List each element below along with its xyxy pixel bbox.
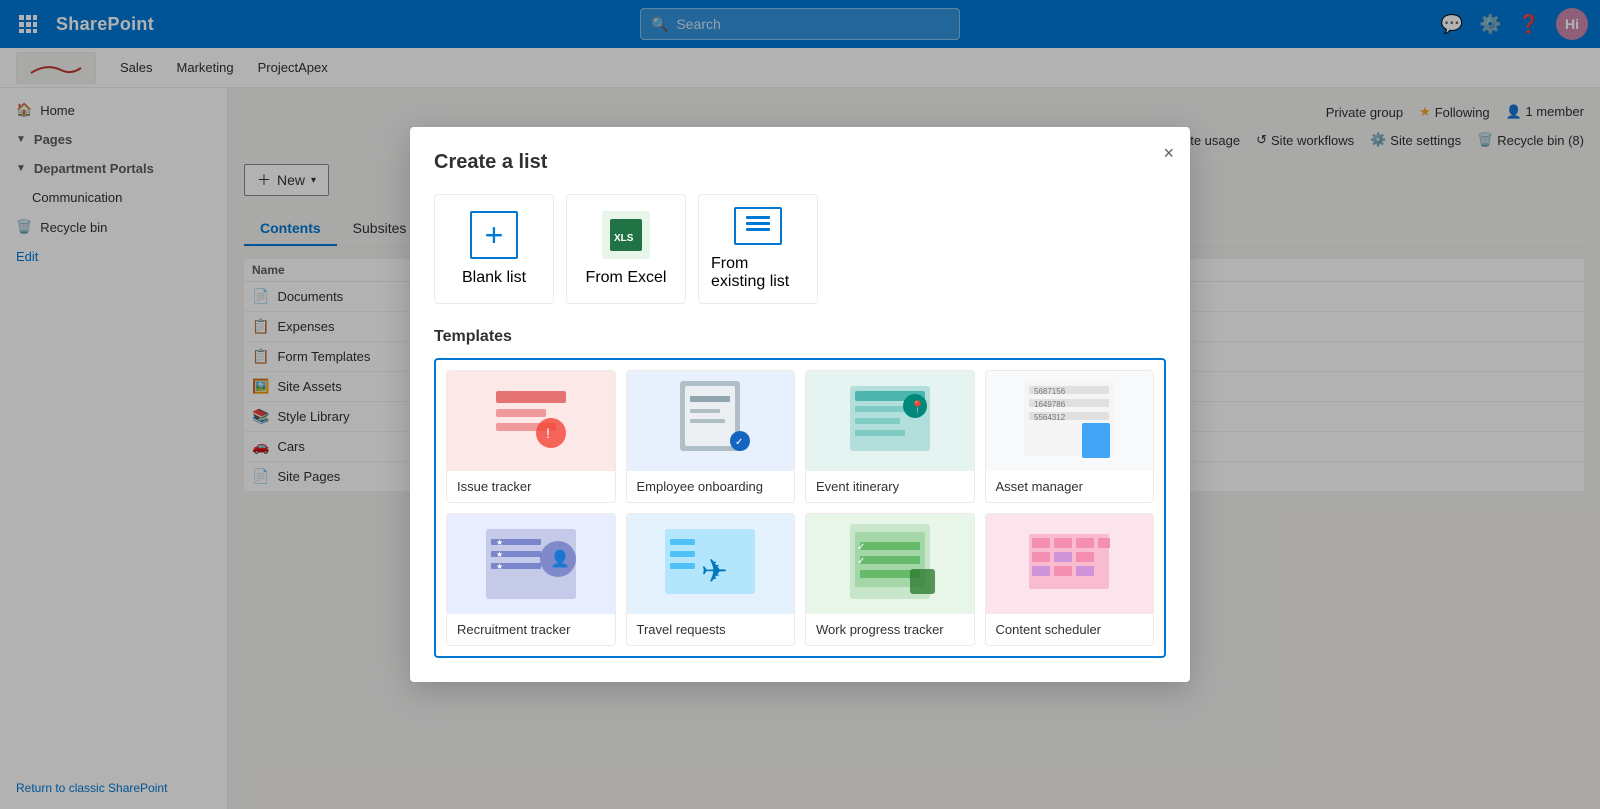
from-excel-label: From Excel [586, 269, 667, 287]
svg-text:✓: ✓ [857, 542, 865, 553]
template-name-work: Work progress tracker [806, 614, 974, 645]
svg-text:5687156: 5687156 [1034, 387, 1066, 396]
template-issue-tracker[interactable]: ! Issue tracker [446, 370, 616, 503]
template-asset-manager[interactable]: 5687156 1649786 5564312 Asset manager [985, 370, 1155, 503]
template-event-itinerary[interactable]: 📍 Event itinerary [805, 370, 975, 503]
template-thumb-issue: ! [447, 371, 615, 471]
template-thumb-travel: ✈ [627, 514, 795, 614]
svg-text:1649786: 1649786 [1034, 400, 1066, 409]
templates-grid: ! Issue tracker ✓ [434, 358, 1166, 658]
template-thumb-employee: ✓ [627, 371, 795, 471]
template-thumb-asset: 5687156 1649786 5564312 [986, 371, 1154, 471]
svg-text:!: ! [546, 425, 550, 441]
plus-icon: + [470, 211, 518, 259]
template-name-employee: Employee onboarding [627, 471, 795, 502]
template-thumb-recruitment: ★ ★ ★ 👤 [447, 514, 615, 614]
template-name-travel: Travel requests [627, 614, 795, 645]
template-recruitment-tracker[interactable]: ★ ★ ★ 👤 Recruitment tracker [446, 513, 616, 646]
template-name-event: Event itinerary [806, 471, 974, 502]
templates-title: Templates [434, 328, 1166, 346]
svg-text:✈: ✈ [701, 553, 728, 589]
svg-text:★: ★ [496, 562, 503, 571]
template-name-recruitment: Recruitment tracker [447, 614, 615, 645]
svg-text:✓: ✓ [735, 437, 743, 448]
template-employee-onboarding[interactable]: ✓ Employee onboarding [626, 370, 796, 503]
excel-icon: XLS [602, 211, 650, 259]
template-thumb-work: ✓ ✓ [806, 514, 974, 614]
template-name-content: Content scheduler [986, 614, 1154, 645]
template-thumb-content [986, 514, 1154, 614]
create-options: + Blank list XLS From Excel [434, 194, 1166, 304]
svg-text:5564312: 5564312 [1034, 413, 1066, 422]
close-button[interactable]: × [1163, 143, 1174, 164]
modal-overlay: Create a list × + Blank list XLS From Ex… [0, 0, 1600, 809]
from-excel-option[interactable]: XLS From Excel [566, 194, 686, 304]
blank-list-label: Blank list [462, 269, 526, 287]
svg-text:✓: ✓ [857, 556, 865, 567]
template-thumb-event: 📍 [806, 371, 974, 471]
blank-list-option[interactable]: + Blank list [434, 194, 554, 304]
from-existing-label: From existing list [711, 255, 805, 291]
list-icon [734, 207, 782, 245]
template-work-progress[interactable]: ✓ ✓ Work progress tracker [805, 513, 975, 646]
create-list-modal: Create a list × + Blank list XLS From Ex… [410, 127, 1190, 682]
svg-text:★: ★ [496, 550, 503, 559]
template-travel-requests[interactable]: ✈ Travel requests [626, 513, 796, 646]
from-existing-option[interactable]: From existing list [698, 194, 818, 304]
template-name-issue: Issue tracker [447, 471, 615, 502]
svg-text:📍: 📍 [910, 400, 925, 414]
svg-text:👤: 👤 [550, 549, 570, 568]
svg-text:★: ★ [496, 538, 503, 547]
svg-text:XLS: XLS [614, 233, 634, 244]
modal-title: Create a list [434, 151, 1166, 174]
template-name-asset: Asset manager [986, 471, 1154, 502]
template-content-scheduler[interactable]: Content scheduler [985, 513, 1155, 646]
